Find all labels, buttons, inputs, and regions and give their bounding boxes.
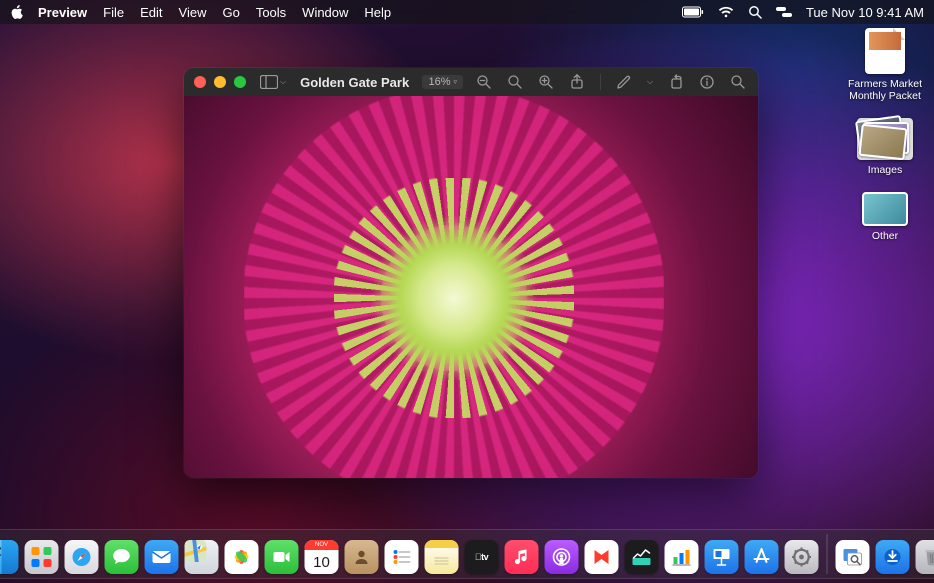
chevron-down-icon: ⌵	[647, 77, 653, 87]
menu-go[interactable]: Go	[222, 5, 239, 20]
menubar: Preview File Edit View Go Tools Window H…	[0, 0, 934, 24]
dock-app-facetime[interactable]	[265, 540, 299, 574]
menu-help[interactable]: Help	[364, 5, 391, 20]
toolbar-right: 16% ▿ ⌵	[422, 72, 748, 92]
close-button[interactable]	[194, 76, 206, 88]
tv-icon: tv	[475, 552, 488, 562]
zoom-percent-value: 16%	[428, 76, 450, 88]
rotate-button[interactable]	[666, 72, 686, 92]
dock-app-tv[interactable]: tv	[465, 540, 499, 574]
menu-edit[interactable]: Edit	[140, 5, 162, 20]
desktop-icons-area: Farmers Market Monthly Packet Images Oth…	[844, 28, 926, 242]
info-button[interactable]	[697, 72, 717, 92]
dock-app-launchpad[interactable]	[25, 540, 59, 574]
zoom-button[interactable]	[234, 76, 246, 88]
dock-app-maps[interactable]	[185, 540, 219, 574]
toolbar-separator	[600, 74, 601, 90]
dock-app-finder[interactable]	[0, 540, 19, 574]
menubar-clock[interactable]: Tue Nov 10 9:41 AM	[806, 5, 924, 20]
menu-view[interactable]: View	[179, 5, 207, 20]
dock-app-mail[interactable]	[145, 540, 179, 574]
dock-app-settings[interactable]	[785, 540, 819, 574]
dock-app-calendar[interactable]: NOV 10	[305, 540, 339, 574]
apple-menu-icon[interactable]	[10, 5, 24, 19]
window-title: Golden Gate Park	[300, 75, 409, 90]
menu-tools[interactable]: Tools	[256, 5, 286, 20]
desktop-icon-label: Other	[872, 230, 898, 242]
window-titlebar[interactable]: ⌵ Golden Gate Park 16% ▿	[184, 68, 758, 96]
markup-dropdown-button[interactable]: ⌵	[645, 72, 655, 92]
desktop-icon-label: Farmers Market Monthly Packet	[844, 78, 926, 102]
spotlight-icon[interactable]	[748, 5, 762, 19]
image-content	[184, 96, 758, 478]
image-stack-icon	[857, 118, 913, 160]
dock: NOV 10 tv	[0, 529, 934, 579]
window-controls	[194, 76, 246, 88]
dock-app-stocks[interactable]	[625, 540, 659, 574]
stepper-icon: ▿	[453, 78, 457, 86]
menubar-status-area: Tue Nov 10 9:41 AM	[682, 5, 924, 20]
search-button[interactable]	[728, 72, 748, 92]
image-viewport[interactable]	[184, 96, 758, 478]
dock-app-preview[interactable]	[836, 540, 870, 574]
dock-app-music[interactable]	[505, 540, 539, 574]
dock-separator	[827, 534, 828, 574]
battery-icon[interactable]	[682, 6, 704, 18]
desktop-icon-farmers-packet[interactable]: Farmers Market Monthly Packet	[844, 28, 926, 102]
dock-trash[interactable]	[916, 540, 934, 574]
menu-window[interactable]: Window	[302, 5, 348, 20]
desktop-icon-label: Images	[868, 164, 902, 176]
markup-button[interactable]	[614, 72, 634, 92]
sidebar-toggle-button[interactable]: ⌵	[260, 75, 286, 89]
dock-app-photos[interactable]	[225, 540, 259, 574]
document-icon	[865, 28, 905, 74]
dock-app-keynote[interactable]	[705, 540, 739, 574]
zoom-out-button[interactable]	[474, 72, 494, 92]
dock-app-news[interactable]	[585, 540, 619, 574]
preview-window: ⌵ Golden Gate Park 16% ▿	[184, 68, 758, 478]
dock-app-numbers[interactable]	[665, 540, 699, 574]
desktop-icon-other[interactable]: Other	[844, 192, 926, 242]
zoom-percent-field[interactable]: 16% ▿	[422, 75, 463, 89]
calendar-month-label: NOV	[305, 540, 339, 550]
dock-downloads[interactable]	[876, 540, 910, 574]
desktop-icon-images[interactable]: Images	[844, 118, 926, 176]
zoom-to-fit-button[interactable]	[505, 72, 525, 92]
dock-app-podcasts[interactable]	[545, 540, 579, 574]
calendar-day-label: 10	[305, 550, 339, 574]
dock-app-contacts[interactable]	[345, 540, 379, 574]
dock-app-reminders[interactable]	[385, 540, 419, 574]
dock-app-safari[interactable]	[65, 540, 99, 574]
image-stack-icon	[862, 192, 908, 226]
control-center-icon[interactable]	[776, 6, 792, 18]
menu-file[interactable]: File	[103, 5, 124, 20]
wifi-icon[interactable]	[718, 6, 734, 18]
share-button[interactable]	[567, 72, 587, 92]
dock-app-appstore[interactable]	[745, 540, 779, 574]
chevron-down-icon: ⌵	[280, 77, 286, 87]
active-app-name[interactable]: Preview	[38, 5, 87, 20]
dock-app-notes[interactable]	[425, 540, 459, 574]
minimize-button[interactable]	[214, 76, 226, 88]
dock-app-messages[interactable]	[105, 540, 139, 574]
zoom-in-button[interactable]	[536, 72, 556, 92]
